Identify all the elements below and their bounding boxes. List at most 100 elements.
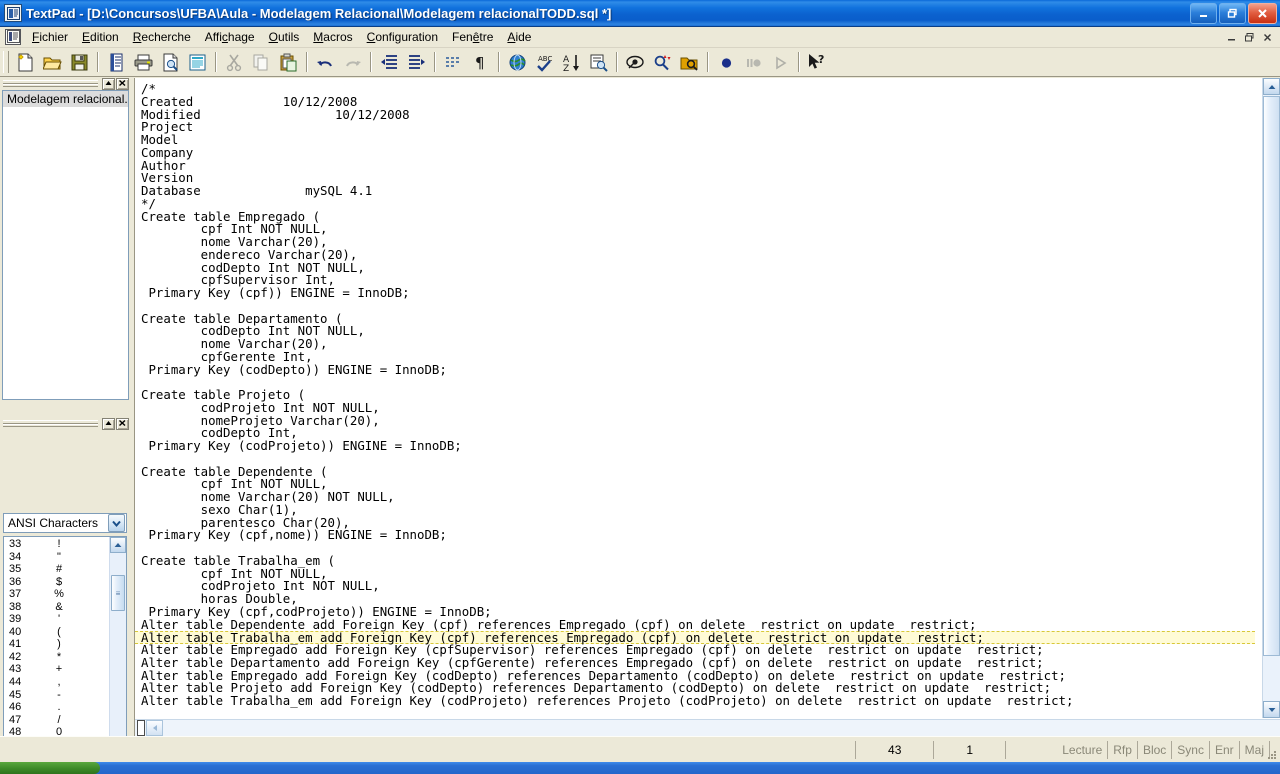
resize-grip[interactable] [1264,747,1278,761]
code-line[interactable]: Company [141,146,1255,160]
menu-item-macros[interactable]: Macros [306,28,359,46]
find-next-folder-icon[interactable] [677,50,702,74]
code-line[interactable]: Alter table Trabalha_em add Foreign Key … [141,694,1255,708]
code-line[interactable]: nome Varchar(20) NOT NULL, [141,490,1255,504]
code-line[interactable]: codProjeto Int NOT NULL, [141,579,1255,593]
menu-item-outils[interactable]: Outils [262,28,307,46]
list-item[interactable]: 35 # [4,563,109,576]
find-in-files-icon[interactable] [586,50,611,74]
maximize-button[interactable] [1219,2,1246,24]
find-replace-icon[interactable] [650,50,675,74]
start-button[interactable] [0,762,100,774]
list-item[interactable]: 47 / [4,714,109,727]
code-line[interactable]: Project [141,120,1255,134]
save-file-icon[interactable] [67,50,92,74]
status-flag-rfp[interactable]: Rfp [1108,740,1138,759]
document-selector-collapse-button[interactable] [102,77,115,90]
code-line[interactable]: Model [141,133,1255,147]
document-selector-close-button[interactable] [116,77,129,90]
code-line[interactable]: Primary Key (cpf)) ENGINE = InnoDB; [141,286,1255,300]
mdi-minimize-button[interactable] [1223,30,1240,45]
list-item[interactable]: 40 ( [4,626,109,639]
chevron-down-icon[interactable] [108,514,125,532]
status-flag-sync[interactable]: Sync [1172,740,1210,759]
web-browser-icon[interactable] [505,50,530,74]
list-item[interactable]: 44, [4,676,109,689]
toolbar-grip[interactable] [3,51,9,73]
word-wrap-icon[interactable] [441,50,466,74]
view-document-icon[interactable] [185,50,210,74]
cut-icon[interactable] [222,50,247,74]
status-flag-enr[interactable]: Enr [1210,740,1240,759]
document-list-item[interactable]: Modelagem relacional... [3,91,128,107]
open-file-icon[interactable] [40,50,65,74]
code-line[interactable] [141,376,1255,389]
scroll-down-icon[interactable] [1263,701,1280,718]
list-item[interactable]: 46. [4,701,109,714]
editor-scroll-thumb[interactable] [1263,96,1280,656]
clip-library-scroll-thumb[interactable]: ≡ [111,575,125,611]
print-icon[interactable] [131,50,156,74]
list-item[interactable]: 43 + [4,663,109,676]
mdi-close-button[interactable] [1259,30,1276,45]
scroll-left-icon[interactable] [146,720,163,736]
print-preview-icon[interactable] [158,50,183,74]
new-file-icon[interactable] [13,50,38,74]
clip-library-collapse-button[interactable] [102,417,115,430]
list-item[interactable]: 41) [4,638,109,651]
play-macro-icon[interactable] [768,50,793,74]
list-item[interactable]: 38 & [4,601,109,614]
list-item[interactable]: 39 ' [4,613,109,626]
editor-hscroll-thumb[interactable] [137,720,145,736]
menu-item-fenetre[interactable]: Fenêtre [445,28,500,46]
paste-icon[interactable] [276,50,301,74]
document-selector-grip[interactable] [3,80,98,87]
find-icon[interactable] [623,50,648,74]
menu-item-recherche[interactable]: Recherche [126,28,198,46]
undo-icon[interactable] [313,50,338,74]
indent-increase-icon[interactable] [404,50,429,74]
spell-check-icon[interactable]: ABC [532,50,557,74]
code-line[interactable]: Primary Key (codDepto)) ENGINE = InnoDB; [141,363,1255,377]
copy-icon[interactable] [249,50,274,74]
list-item[interactable]: 34 " [4,551,109,564]
list-item[interactable]: 45 - [4,689,109,702]
scroll-up-icon[interactable] [110,537,126,553]
record-macro-icon[interactable] [714,50,739,74]
code-line[interactable]: Database mySQL 4.1 [141,184,1255,198]
list-item[interactable]: 37% [4,588,109,601]
help-context-icon[interactable]: ? [805,50,830,74]
status-flag-lecture[interactable]: Lecture [1057,740,1109,759]
code-line[interactable]: Author [141,159,1255,173]
list-item[interactable]: 42 * [4,651,109,664]
close-button[interactable] [1248,2,1277,24]
code-text-area[interactable]: /* Created 10/12/2008 Modified 10/12/2008 P… [135,78,1263,718]
list-item[interactable]: 36 $ [4,576,109,589]
code-line[interactable]: Modified 10/12/2008 [141,108,1255,122]
document-selector-list[interactable]: Modelagem relacional... [2,90,129,400]
pause-macro-icon[interactable] [741,50,766,74]
indent-decrease-icon[interactable] [377,50,402,74]
editor-horizontal-scrollbar[interactable] [135,719,1280,736]
show-nonprinting-icon[interactable]: ¶ [468,50,493,74]
clip-library-close-button[interactable] [116,417,129,430]
scroll-up-icon[interactable] [1263,78,1280,95]
mdi-restore-button[interactable] [1241,30,1258,45]
menu-item-edition[interactable]: Edition [75,28,126,46]
menu-item-fichier[interactable]: Fichier [25,28,75,46]
redo-icon[interactable] [340,50,365,74]
code-line[interactable]: Primary Key (codProjeto)) ENGINE = InnoD… [141,439,1255,453]
clip-library-select[interactable]: ANSI Characters [3,513,127,533]
status-flag-bloc[interactable]: Bloc [1138,740,1173,759]
clip-library-grip[interactable] [3,420,98,427]
menu-item-configuration[interactable]: Configuration [360,28,445,46]
code-line[interactable]: nomeProjeto Varchar(20), [141,414,1255,428]
print-properties-icon[interactable] [104,50,129,74]
code-line[interactable]: Primary Key (cpf,nome)) ENGINE = InnoDB; [141,528,1255,542]
minimize-button[interactable] [1190,2,1217,24]
sort-icon[interactable]: A Z [559,50,584,74]
menu-item-aide[interactable]: Aide [500,28,538,46]
editor-vertical-scrollbar[interactable] [1262,78,1280,718]
list-item[interactable]: 33! [4,538,109,551]
menu-item-affichage[interactable]: Affichage [198,28,262,46]
